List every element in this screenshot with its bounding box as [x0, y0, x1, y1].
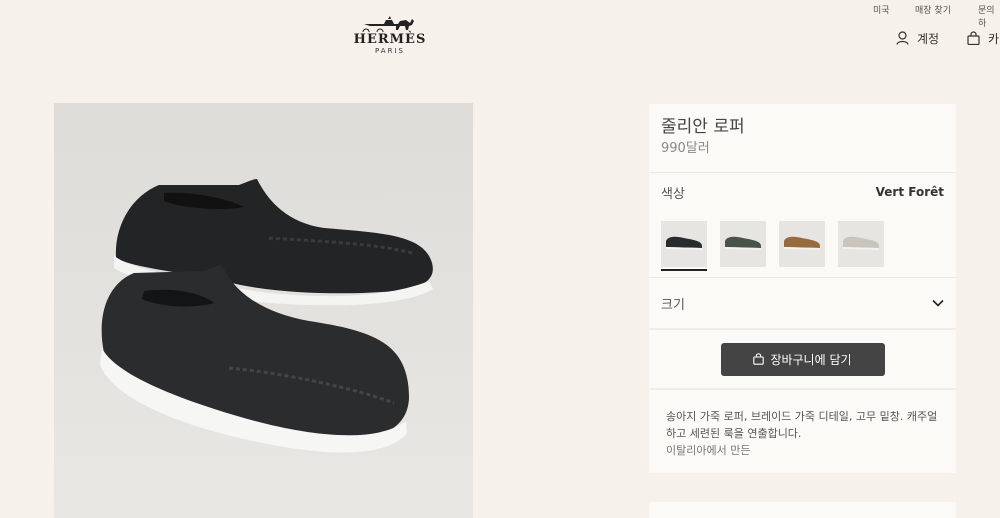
loafer-brown-thumbnail [784, 236, 820, 250]
account-link[interactable]: 계정 [896, 30, 939, 46]
bag-icon [967, 31, 980, 45]
carriage-icon [362, 16, 414, 32]
brand-name: HERMÈS [353, 32, 427, 47]
cart-label: 카 [988, 31, 1000, 46]
country-link[interactable]: 미국 [873, 3, 890, 16]
loafer-black-thumbnail [666, 236, 702, 250]
color-value: Vert Forêt [875, 185, 944, 199]
swatch-black[interactable] [661, 221, 707, 271]
swatch-brown[interactable] [779, 221, 825, 267]
loafer-pair-image [54, 103, 473, 518]
swatch-beige[interactable] [838, 221, 884, 267]
bag-icon [753, 353, 765, 365]
description-text: 송아지 가죽 로퍼, 브레이드 가죽 디테일, 고무 밑창. 캐주얼하고 세련된… [666, 410, 938, 440]
product-description: 송아지 가죽 로퍼, 브레이드 가죽 디테일, 고무 밑창. 캐주얼하고 세련된… [649, 390, 956, 473]
loafer-green-thumbnail [725, 236, 761, 250]
cart-link[interactable]: 카 [967, 30, 999, 46]
brand-city: PARIS [375, 47, 405, 55]
color-label: 색상 [661, 186, 685, 202]
add-to-cart-label: 장바구니에 담기 [770, 352, 852, 367]
size-selector[interactable]: 크기 [649, 277, 956, 328]
product-name: 줄리안 로퍼 [661, 117, 745, 137]
chevron-down-icon [932, 299, 944, 307]
account-label: 계정 [917, 31, 940, 46]
product-price: 990달러 [661, 141, 710, 156]
contact-link[interactable]: 문의하 [978, 3, 1000, 29]
color-row: 색상 Vert Forêt [649, 173, 956, 211]
product-panel: 줄리안 로퍼 990달러 색상 Vert Forêt 크기 장바구니에 담기 송… [649, 104, 956, 473]
user-icon [896, 31, 909, 45]
lower-card [649, 502, 956, 518]
product-image[interactable] [54, 103, 473, 518]
utility-bar: 미국 매장 찾기 문의하 [0, 0, 1000, 29]
swatch-green[interactable] [720, 221, 766, 267]
add-to-cart-button[interactable]: 장바구니에 담기 [720, 342, 885, 376]
cart-area: 장바구니에 담기 [649, 328, 956, 390]
brand-logo[interactable]: HERMÈS PARIS [350, 16, 430, 55]
store-finder-link[interactable]: 매장 찾기 [915, 3, 951, 16]
loafer-beige-thumbnail [843, 236, 879, 250]
color-swatches [649, 211, 956, 277]
size-label: 크기 [661, 297, 685, 313]
made-in-text: 이탈리아에서 만든 [666, 444, 751, 457]
